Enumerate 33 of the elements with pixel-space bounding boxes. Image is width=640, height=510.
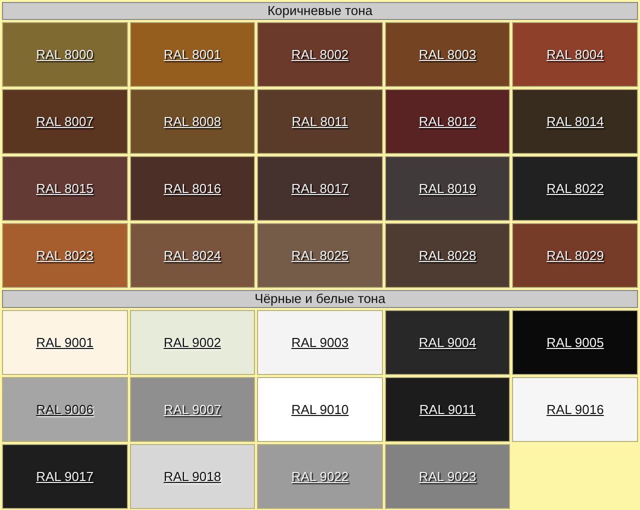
color-link[interactable]: RAL 8012 xyxy=(418,112,476,132)
color-link[interactable]: RAL 9001 xyxy=(36,332,94,352)
color-link[interactable]: RAL 8019 xyxy=(418,178,476,198)
color-link[interactable]: RAL 8016 xyxy=(164,178,222,198)
color-link[interactable]: RAL 9011 xyxy=(419,400,476,420)
color-link[interactable]: RAL 8008 xyxy=(164,112,222,132)
color-link[interactable]: RAL 8028 xyxy=(418,246,476,266)
section-header: Коричневые тона xyxy=(2,2,638,20)
color-link[interactable]: RAL 9002 xyxy=(164,332,222,352)
color-link[interactable]: RAL 9017 xyxy=(36,466,94,486)
color-link[interactable]: RAL 8025 xyxy=(291,246,349,266)
color-link[interactable]: RAL 9004 xyxy=(418,332,476,352)
color-link[interactable]: RAL 8022 xyxy=(546,178,604,198)
color-link[interactable]: RAL 9005 xyxy=(546,332,604,352)
section-header: Чёрные и белые тона xyxy=(2,290,638,308)
color-link[interactable]: RAL 8004 xyxy=(546,44,604,64)
color-link[interactable]: RAL 8003 xyxy=(418,44,476,64)
color-link[interactable]: RAL 8029 xyxy=(546,246,604,266)
color-link[interactable]: RAL 8015 xyxy=(36,178,94,198)
color-link[interactable]: RAL 8000 xyxy=(36,44,94,64)
color-link[interactable]: RAL 9018 xyxy=(164,466,222,486)
color-link[interactable]: RAL 8024 xyxy=(164,246,222,266)
color-link[interactable]: RAL 8017 xyxy=(291,178,349,198)
color-link[interactable]: RAL 8011 xyxy=(292,112,348,132)
color-link[interactable]: RAL 8001 xyxy=(164,44,222,64)
color-link[interactable]: RAL 8007 xyxy=(36,112,94,132)
color-link[interactable]: RAL 9016 xyxy=(546,400,604,420)
color-link[interactable]: RAL 9003 xyxy=(291,332,349,352)
color-link[interactable]: RAL 8002 xyxy=(291,44,349,64)
color-link[interactable]: RAL 9010 xyxy=(291,400,349,420)
color-link[interactable]: RAL 8023 xyxy=(36,246,94,266)
color-link[interactable]: RAL 9006 xyxy=(36,400,94,420)
color-link[interactable]: RAL 8014 xyxy=(546,112,604,132)
